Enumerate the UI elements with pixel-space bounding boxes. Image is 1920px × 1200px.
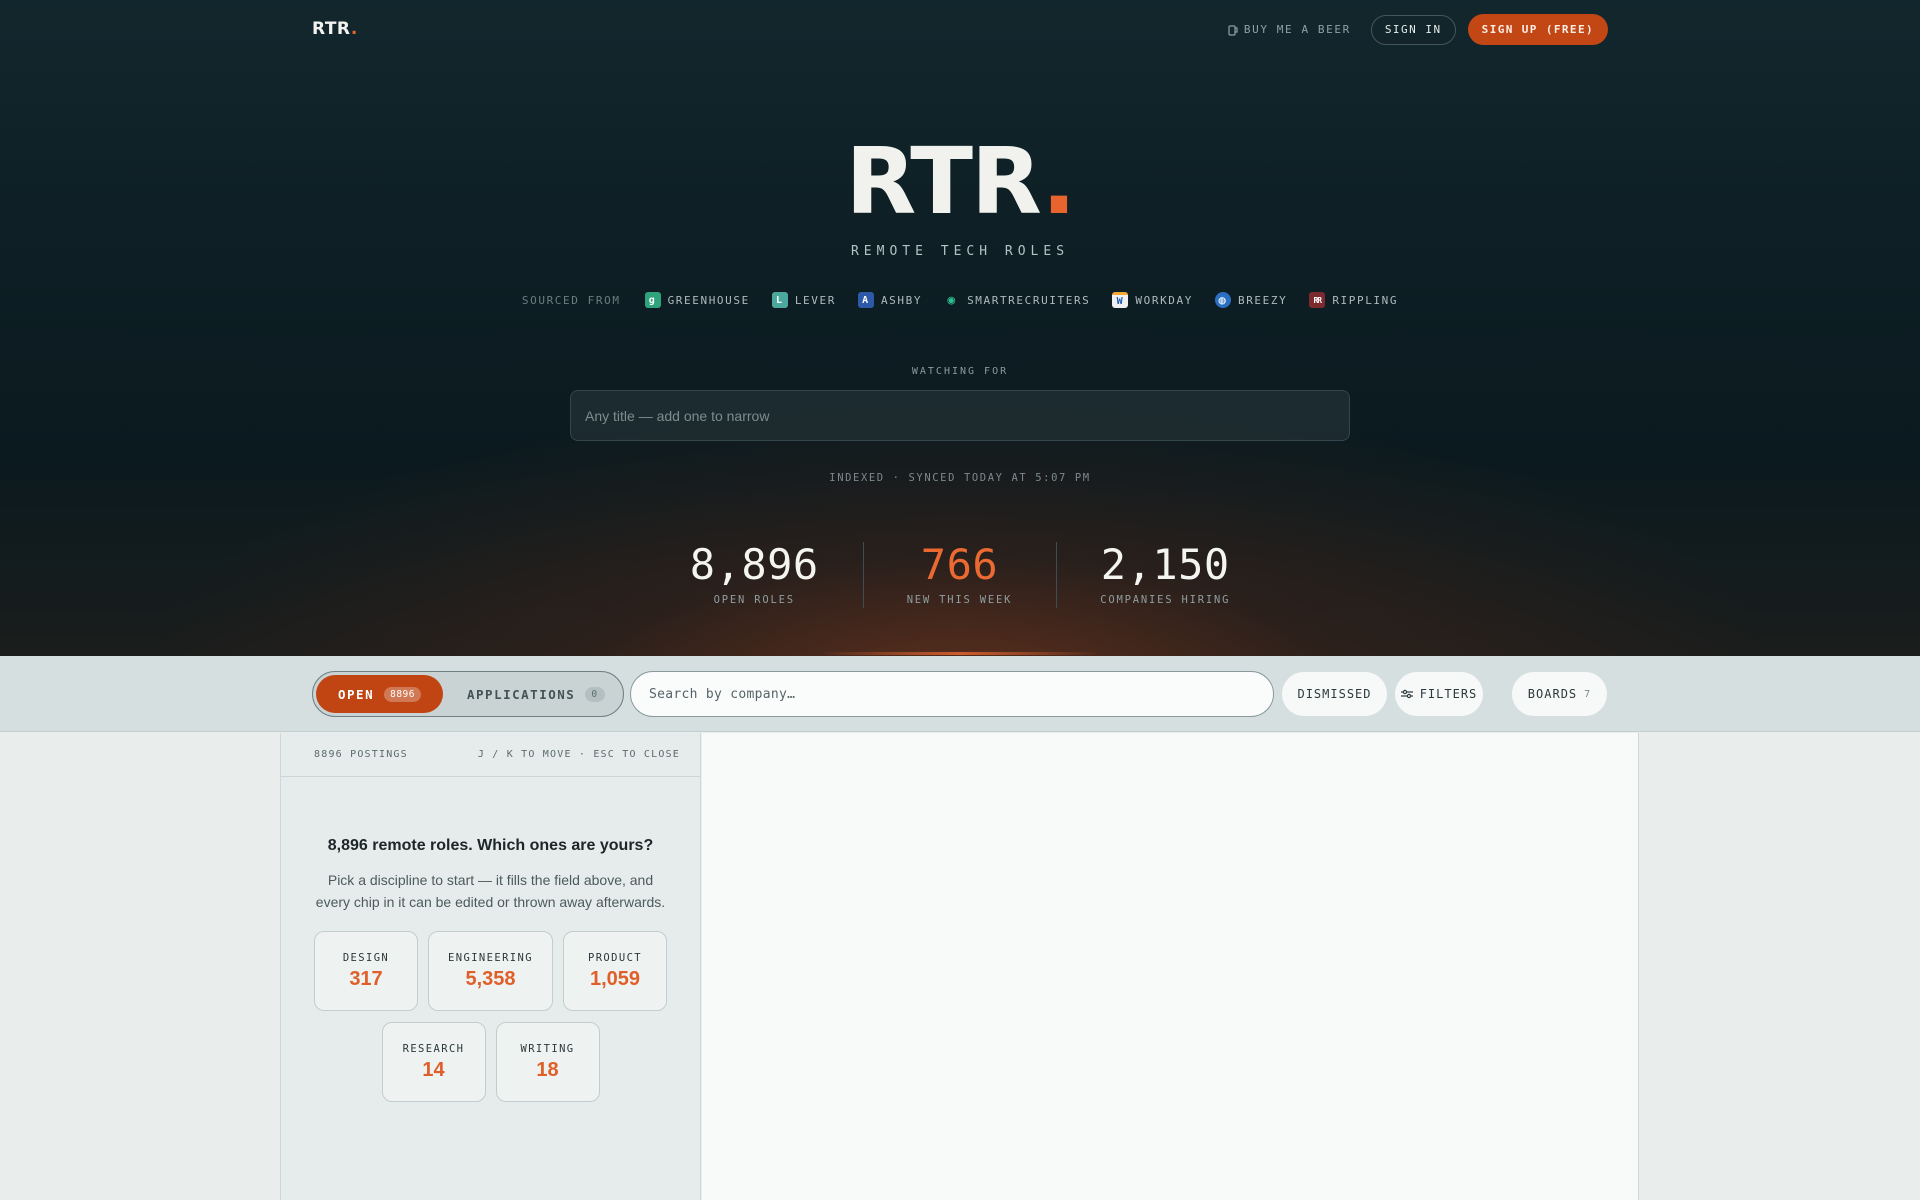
beer-label: BUY ME A BEER [1243, 23, 1351, 36]
source-ashby: A ASHBY [857, 292, 923, 308]
source-rippling: RR RIPPLING [1309, 292, 1398, 308]
discipline-engineering[interactable]: ENGINEERING 5,358 [428, 931, 553, 1011]
source-label: LEVER [794, 293, 836, 307]
source-label: ASHBY [880, 293, 923, 307]
onboarding-title: 8,896 remote roles. Which ones are yours… [327, 837, 654, 854]
tab-applications-label: APPLICATIONS [467, 686, 576, 702]
applications-count-badge: 0 [585, 686, 605, 702]
sync-status: INDEXED · SYNCED TODAY AT 5:07 PM [829, 472, 1091, 484]
discipline-name: ENGINEERING [448, 951, 533, 964]
top-logo[interactable]: RTR. [312, 19, 358, 39]
onboarding-description: Pick a discipline to start — it fills th… [315, 872, 666, 910]
filters-button[interactable]: FILTERS [1395, 672, 1483, 716]
rippling-icon: RR [1309, 292, 1326, 308]
discipline-design[interactable]: DESIGN 317 [314, 931, 418, 1011]
discipline-count: 14 [422, 1058, 445, 1081]
source-smartrecruiters: ◉ SMARTRECRUITERS [944, 292, 1090, 308]
sources-label: SOURCED FROM [521, 293, 621, 307]
sign-in-button[interactable]: SIGN IN [1370, 14, 1456, 45]
keyboard-hint: J / K TO MOVE · ESC TO CLOSE [477, 749, 680, 760]
source-breezy: ◍ BREEZY [1214, 292, 1288, 308]
watching-for-label: WATCHING FOR [911, 366, 1009, 377]
stat-value: 2,150 [1100, 540, 1230, 589]
sliders-icon [1400, 689, 1413, 699]
dismissed-label: DISMISSED [1297, 687, 1372, 701]
discipline-count: 1,059 [589, 967, 641, 990]
tab-applications[interactable]: APPLICATIONS 0 [443, 675, 629, 713]
beer-icon [1228, 24, 1238, 36]
source-label: WORKDAY [1135, 293, 1193, 307]
source-workday: W WORKDAY [1112, 292, 1193, 308]
discipline-count: 18 [536, 1058, 559, 1081]
top-nav: BUY ME A BEER SIGN IN SIGN UP (FREE) [1228, 14, 1608, 45]
filters-label: FILTERS [1419, 687, 1478, 701]
list-header: 8896 POSTINGS J / K TO MOVE · ESC TO CLO… [281, 733, 700, 777]
stat-open-roles: 8,896 OPEN ROLES [646, 538, 863, 606]
company-search-input[interactable] [630, 671, 1274, 717]
stat-label: OPEN ROLES [713, 594, 795, 606]
stat-label: COMPANIES HIRING [1100, 594, 1231, 606]
brand-title: RTR. [845, 128, 1077, 235]
tab-open[interactable]: OPEN 8896 [316, 675, 443, 713]
sign-up-button[interactable]: SIGN UP (FREE) [1467, 14, 1608, 45]
source-label: GREENHOUSE [667, 293, 750, 307]
lever-icon: L [771, 292, 788, 308]
dismissed-button[interactable]: DISMISSED [1282, 672, 1387, 716]
workday-icon: W [1112, 292, 1129, 308]
tab-open-label: OPEN [338, 686, 375, 702]
source-label: RIPPLING [1332, 293, 1399, 307]
main-content: 8896 POSTINGS J / K TO MOVE · ESC TO CLO… [0, 733, 1920, 1200]
postings-count: 8896 POSTINGS [314, 749, 408, 760]
discipline-product[interactable]: PRODUCT 1,059 [563, 931, 667, 1011]
stat-value: 766 [920, 540, 999, 589]
ashby-icon: A [857, 292, 874, 308]
stat-companies-hiring: 2,150 COMPANIES HIRING [1056, 538, 1274, 608]
view-toggle: OPEN 8896 APPLICATIONS 0 [312, 671, 624, 717]
boards-button[interactable]: BOARDS 7 [1512, 672, 1607, 716]
open-count-badge: 8896 [384, 686, 421, 702]
discipline-name: RESEARCH [402, 1042, 465, 1055]
discipline-grid: DESIGN 317 ENGINEERING 5,358 PRODUCT 1,0… [281, 931, 700, 1102]
boards-label: BOARDS [1527, 687, 1578, 701]
discipline-name: PRODUCT [587, 951, 643, 964]
discipline-writing[interactable]: WRITING 18 [495, 1022, 600, 1102]
source-label: SMARTRECRUITERS [967, 293, 1091, 307]
discipline-count: 317 [349, 967, 383, 990]
posting-detail-pane [702, 733, 1639, 1200]
discipline-name: WRITING [520, 1042, 575, 1055]
discipline-count: 5,358 [465, 967, 516, 990]
greenhouse-icon: g [644, 292, 661, 308]
source-label: BREEZY [1237, 293, 1288, 307]
stat-label: NEW THIS WEEK [906, 594, 1013, 606]
buy-me-a-beer-link[interactable]: BUY ME A BEER [1228, 23, 1351, 36]
stats-row: 8,896 OPEN ROLES 766 NEW THIS WEEK 2,150… [0, 538, 1920, 608]
title-filter-input[interactable] [570, 390, 1350, 441]
stat-new-this-week: 766 NEW THIS WEEK [862, 538, 1057, 608]
source-greenhouse: g GREENHOUSE [644, 292, 750, 308]
stat-value: 8,896 [689, 540, 819, 589]
discipline-name: DESIGN [342, 951, 390, 964]
breezy-icon: ◍ [1214, 292, 1231, 308]
sources-row: SOURCED FROM g GREENHOUSE L LEVER A ASHB… [0, 292, 1920, 308]
postings-list-pane: 8896 POSTINGS J / K TO MOVE · ESC TO CLO… [280, 733, 701, 1200]
hero-glow-divider [820, 652, 1100, 655]
tagline: REMOTE TECH ROLES [850, 244, 1070, 259]
source-lever: L LEVER [771, 292, 836, 308]
smartrecruiters-icon: ◉ [947, 292, 957, 308]
toolbar: OPEN 8896 APPLICATIONS 0 DISMISSED FILTE… [0, 656, 1920, 732]
discipline-research[interactable]: RESEARCH 14 [381, 1022, 486, 1102]
hero-section: RTR. BUY ME A BEER SIGN IN SIGN UP (FREE… [0, 0, 1920, 656]
boards-count: 7 [1584, 688, 1592, 700]
